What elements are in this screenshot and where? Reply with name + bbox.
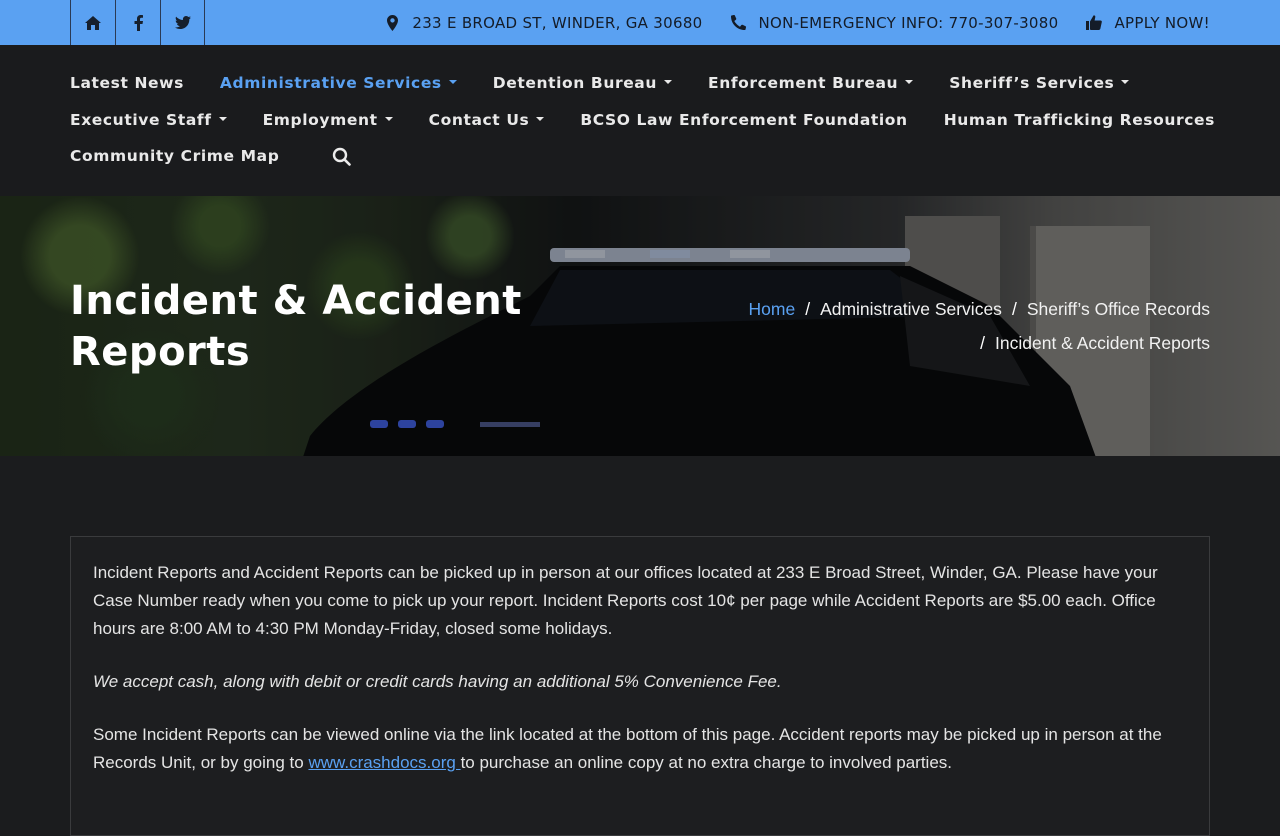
payment-note: We accept cash, along with debit or cred…	[93, 672, 782, 691]
nav-row-1: Latest News Administrative Services Dete…	[70, 71, 1165, 95]
nav-enforcement-bureau[interactable]: Enforcement Bureau	[708, 74, 914, 92]
search-button[interactable]	[329, 144, 353, 168]
address-text: 233 E BROAD ST, WINDER, GA 30680	[412, 13, 703, 32]
search-icon	[332, 147, 351, 166]
nav-employment[interactable]: Employment	[263, 111, 393, 129]
breadcrumb-separator: /	[980, 333, 986, 353]
nav-detention-bureau[interactable]: Detention Bureau	[493, 74, 673, 92]
hero-banner: Incident & Accident Reports Home / Adminis…	[0, 196, 1280, 456]
caret-down-icon	[1121, 79, 1130, 84]
breadcrumb-item[interactable]: Sheriff’s Office Records	[1027, 299, 1210, 319]
phone-text: NON-EMERGENCY INFO: 770-307-3080	[758, 13, 1059, 32]
page-title: Incident & Accident Reports	[70, 278, 522, 375]
nav-executive-staff[interactable]: Executive Staff	[70, 111, 227, 129]
nav-bcso-foundation[interactable]: BCSO Law Enforcement Foundation	[580, 111, 907, 129]
caret-down-icon	[664, 79, 673, 84]
facebook-icon	[134, 14, 143, 31]
breadcrumb-separator: /	[805, 299, 811, 319]
caret-down-icon	[905, 79, 914, 84]
crashdocs-link[interactable]: www.crashdocs.org	[308, 753, 460, 772]
social-links	[70, 0, 205, 45]
content-panel: Incident Reports and Accident Reports ca…	[70, 536, 1210, 836]
nav-row-2: Executive Staff Employment Contact Us BC…	[70, 108, 1251, 132]
caret-down-icon	[384, 116, 393, 121]
online-reports-text-end: to purchase an online copy at no extra c…	[460, 753, 952, 772]
breadcrumb: Home / Administrative Services / Sheriff’s O…	[710, 292, 1211, 360]
home-icon	[85, 15, 101, 30]
breadcrumb-home[interactable]: Home	[749, 299, 796, 319]
breadcrumb-item[interactable]: Administrative Services	[820, 299, 1002, 319]
caret-down-icon	[218, 116, 227, 121]
breadcrumb-current: Incident & Accident Reports	[995, 333, 1210, 353]
twitter-link[interactable]	[160, 0, 205, 45]
nav-contact-us[interactable]: Contact Us	[429, 111, 545, 129]
facebook-link[interactable]	[115, 0, 160, 45]
contact-info: 233 E BROAD ST, WINDER, GA 30680 NON-EME…	[384, 0, 1210, 45]
main-nav: Latest News Administrative Services Dete…	[0, 45, 1280, 196]
twitter-icon	[174, 16, 191, 29]
top-bar: 233 E BROAD ST, WINDER, GA 30680 NON-EME…	[0, 0, 1280, 45]
info-paragraph: Incident Reports and Accident Reports ca…	[93, 563, 1158, 638]
nav-sheriffs-services[interactable]: Sheriff’s Services	[949, 74, 1130, 92]
caret-down-icon	[536, 116, 545, 121]
address-item: 233 E BROAD ST, WINDER, GA 30680	[384, 14, 702, 32]
apply-now-text: APPLY NOW!	[1114, 13, 1210, 32]
phone-item[interactable]: NON-EMERGENCY INFO: 770-307-3080	[731, 14, 1059, 32]
nav-latest-news[interactable]: Latest News	[70, 74, 184, 92]
apply-now-link[interactable]: APPLY NOW!	[1086, 14, 1210, 32]
nav-administrative-services[interactable]: Administrative Services	[220, 74, 457, 92]
caret-down-icon	[448, 79, 457, 84]
breadcrumb-separator: /	[1011, 299, 1017, 319]
nav-row-3: Community Crime Map	[70, 144, 353, 168]
phone-icon	[731, 15, 747, 30]
home-link[interactable]	[70, 0, 115, 45]
nav-community-crime-map[interactable]: Community Crime Map	[70, 147, 279, 165]
map-marker-icon	[384, 14, 400, 31]
nav-human-trafficking[interactable]: Human Trafficking Resources	[944, 111, 1215, 129]
online-reports-paragraph: Some Incident Reports can be viewed onli…	[93, 721, 1183, 777]
thumbs-up-icon	[1086, 15, 1103, 30]
